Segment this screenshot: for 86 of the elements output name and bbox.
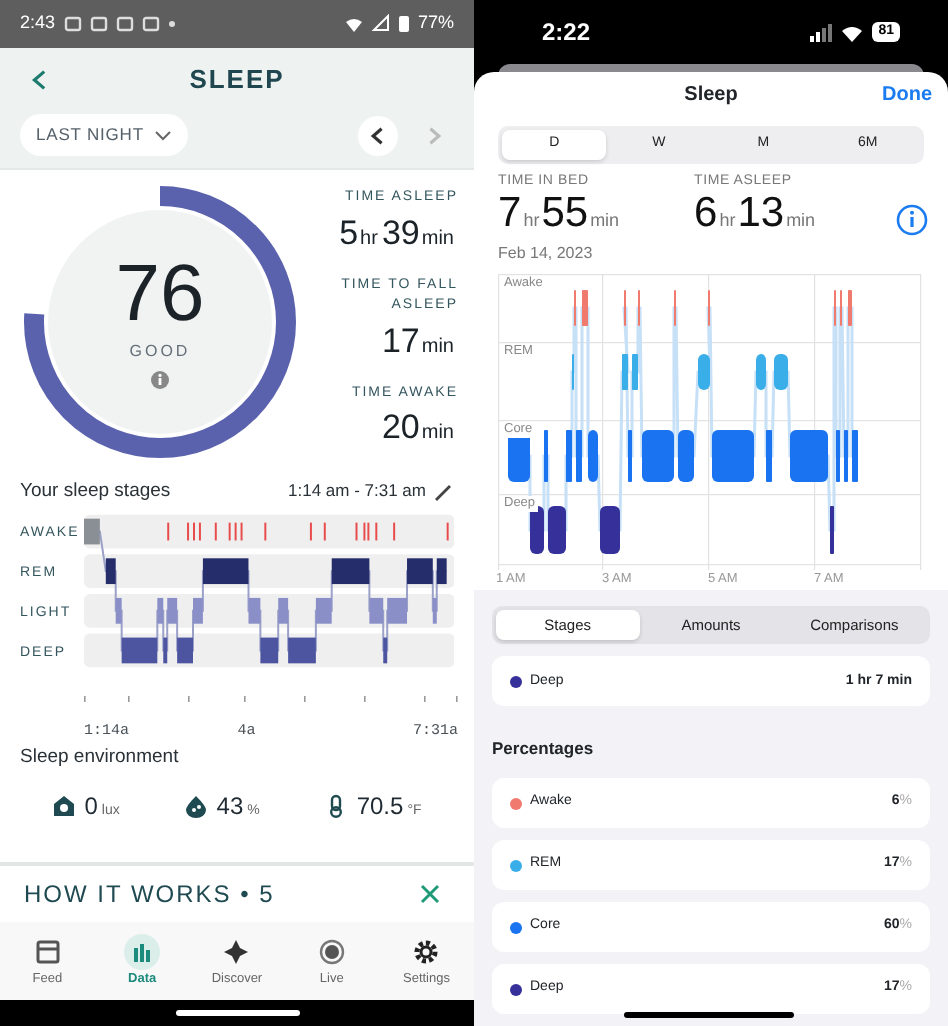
stage-bar [622,354,628,391]
stage-bar [331,558,369,584]
stage-bar [166,597,177,624]
status-time: 2:22 [542,16,591,50]
stage-bar [698,354,710,391]
awake-marker [392,522,395,541]
range-dropdown[interactable]: LAST NIGHT [20,114,188,156]
page-title: SLEEP [187,61,287,98]
awake-marker [166,522,169,541]
previous-button[interactable] [358,115,398,156]
wifi-icon [840,23,865,41]
status-time: 2:43 [20,10,56,37]
awake-marker [228,522,231,541]
stage-bar [600,506,620,555]
stage-bar [156,597,163,624]
stage-bar [712,430,754,483]
stage-bar [162,637,167,664]
awake-marker [192,522,195,541]
record-icon [317,937,346,966]
stage-bar [277,597,288,624]
stage-bar [774,354,788,391]
stage-bar [192,597,203,624]
droplet-icon [184,793,209,818]
stage-bar [642,430,674,483]
section-title: Sleep environment [20,743,181,772]
stage-bar [83,518,100,545]
stage-bar [632,354,638,391]
edit-icon[interactable] [434,481,454,502]
duration-value: 6 hr 13 min [694,192,818,241]
battery-icon [397,13,410,34]
stage-bar [382,637,387,664]
awake-marker [198,522,201,541]
stage-bar [432,597,437,624]
score-rating: GOOD [129,339,191,364]
info-icon[interactable] [150,369,170,390]
date-label: Feb 14, 2023 [498,242,595,267]
stage-bar [790,430,828,483]
dot-icon [167,19,176,28]
feed-icon [33,937,62,966]
done-button[interactable]: Done [882,72,932,119]
section-title: Percentages [492,736,596,762]
duration-value: 17 min [379,319,456,364]
awake-marker [186,522,189,541]
awake-marker [214,522,217,541]
stage-bar [582,290,588,327]
close-icon [418,881,442,906]
duration-value: 5hr 39 min [339,211,456,256]
battery-percent: 77% [417,10,454,37]
section-title: Your sleep stages [20,477,173,506]
stage-bar [852,430,858,483]
stage-bar [566,430,572,483]
stage-bar [115,597,122,624]
signal-icon [371,14,390,33]
awake-marker [323,522,326,541]
stage-bar [678,430,694,483]
info-icon[interactable] [896,204,928,237]
house-icon [52,793,77,818]
star-icon [222,937,251,966]
stage-bar [436,558,447,584]
awake-marker [309,522,312,541]
stage-bar [588,430,598,483]
stage-bar [548,506,566,555]
awake-marker [446,522,449,541]
stage-bar [766,430,772,483]
stage-bar [406,558,433,584]
caret-icon [153,128,172,143]
home-indicator [175,1010,299,1017]
awake-marker [239,522,242,541]
stage-bar [756,354,766,391]
stage-bar [576,430,582,483]
duration-value: 20min [379,406,456,451]
time-range: 1:14 am - 7:31 am [288,478,426,505]
awake-marker [374,522,377,541]
banner-title: HOW IT WORKS • 5 [24,877,275,912]
stage-bar [105,558,116,584]
awake-marker [234,522,236,541]
duration-value: 7 hr 55 min [498,192,622,241]
stage-bar [530,506,544,555]
signal-icon [810,23,833,41]
wifi-icon [343,15,364,32]
awake-marker [354,522,357,541]
awake-marker [263,522,266,541]
sheet-title: Sleep [684,82,738,111]
gear-icon [412,937,441,966]
stage-bar [202,558,248,584]
score-value: 76 [115,253,205,334]
